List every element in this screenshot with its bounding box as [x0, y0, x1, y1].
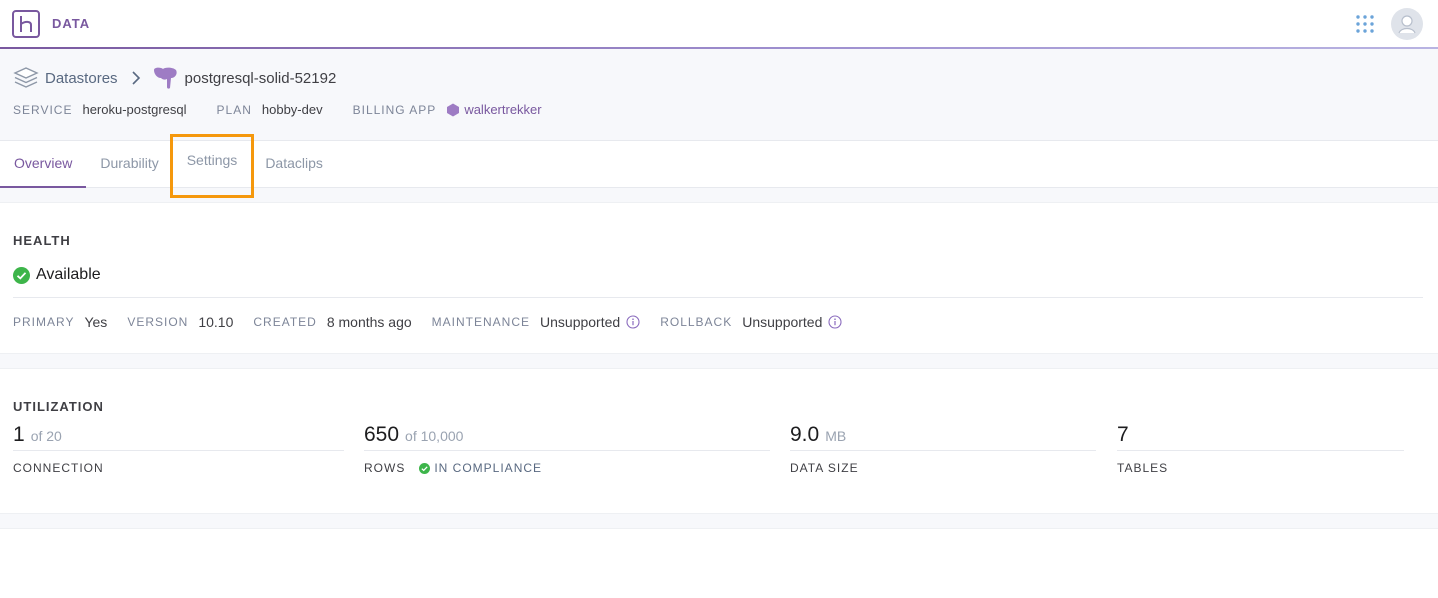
- tab-dataclips[interactable]: Dataclips: [251, 141, 337, 187]
- stat-suffix: of 10,000: [405, 428, 464, 444]
- health-status-text: Available: [36, 266, 101, 283]
- created-value: 8 months ago: [326, 314, 412, 330]
- stat-rows: 650 of 10,000 ROWS IN COMPLIANCE: [364, 423, 770, 475]
- stat-connections: 1 of 20 CONNECTION: [13, 423, 344, 475]
- breadcrumb-database: postgresql-solid-52192: [151, 66, 337, 90]
- stat-caption: DATA SIZE: [790, 461, 859, 475]
- app-hexagon-icon: [447, 103, 460, 116]
- datastores-stack-icon: [13, 67, 39, 88]
- brand[interactable]: DATA: [12, 9, 91, 38]
- version-label: VERSION: [127, 315, 189, 329]
- version-value: 10.10: [198, 314, 234, 330]
- stat-value: 9.0: [790, 423, 820, 446]
- datastore-header: Datastores postgresql-solid-52192 SERVIC…: [0, 49, 1438, 141]
- tab-settings[interactable]: Settings: [169, 134, 255, 198]
- health-properties: PRIMARY Yes VERSION 10.10 CREATED 8 mont…: [13, 314, 1423, 330]
- service-value: heroku-postgresql: [82, 102, 187, 117]
- plan-label: PLAN: [216, 102, 252, 117]
- brand-label: DATA: [52, 16, 91, 31]
- apps-grid-icon[interactable]: [1356, 14, 1374, 33]
- heroku-logo-icon[interactable]: [12, 9, 40, 38]
- stat-value: 1: [13, 423, 25, 446]
- stat-caption: TABLES: [1117, 461, 1169, 475]
- primary-value: Yes: [84, 314, 108, 330]
- tab-overview[interactable]: Overview: [0, 141, 87, 188]
- breadcrumb: Datastores postgresql-solid-52192: [13, 65, 1425, 91]
- stat-data-size: 9.0 MB DATA SIZE: [790, 423, 1096, 475]
- breadcrumb-datastores-label: Datastores: [45, 69, 118, 87]
- datastore-meta: SERVICE heroku-postgresql PLAN hobby-dev…: [13, 102, 1425, 117]
- health-title: HEALTH: [13, 233, 71, 248]
- created-label: CREATED: [253, 315, 317, 329]
- section-spacer: [0, 513, 1438, 529]
- stat-value: 7: [1117, 423, 1129, 446]
- postgresql-elephant-icon: [153, 67, 177, 89]
- datastore-tabs: Overview Durability Settings Dataclips: [0, 134, 1438, 198]
- database-name: postgresql-solid-52192: [184, 69, 337, 87]
- service-label: SERVICE: [13, 102, 73, 117]
- rollback-value: Unsupported: [742, 314, 842, 330]
- utilization-title: UTILIZATION: [13, 399, 104, 414]
- primary-label: PRIMARY: [13, 315, 75, 329]
- check-circle-icon: [13, 266, 30, 284]
- health-section: HEALTH Available PRIMARY Yes VERSION 10.…: [0, 203, 1438, 353]
- maintenance-value: Unsupported: [540, 314, 640, 330]
- billing-app-name: walkertrekker: [464, 102, 542, 117]
- tab-durability[interactable]: Durability: [86, 141, 172, 187]
- rows-caption-text: ROWS: [364, 461, 406, 475]
- stat-suffix: of 20: [30, 428, 62, 444]
- divider: [13, 297, 1423, 298]
- stat-tables: 7 TABLES: [1117, 423, 1404, 475]
- utilization-section: UTILIZATION 1 of 20 CONNECTION 650 of 10…: [0, 369, 1438, 513]
- check-circle-icon: [419, 462, 431, 474]
- rollback-label: ROLLBACK: [660, 315, 733, 329]
- stat-caption: CONNECTION: [13, 461, 104, 475]
- rollback-value-text: Unsupported: [742, 314, 823, 330]
- breadcrumb-datastores[interactable]: Datastores: [13, 66, 118, 90]
- stat-suffix: MB: [825, 428, 847, 444]
- info-icon[interactable]: [828, 315, 842, 329]
- top-navigation-bar: DATA: [0, 0, 1438, 49]
- billing-app-link[interactable]: walkertrekker: [446, 102, 542, 117]
- utilization-stats: 1 of 20 CONNECTION 650 of 10,000 ROWS IN…: [13, 423, 1423, 475]
- billing-app-label: BILLING APP: [352, 102, 437, 117]
- compliance-text: IN COMPLIANCE: [434, 461, 543, 475]
- maintenance-label: MAINTENANCE: [431, 315, 531, 329]
- info-icon[interactable]: [626, 315, 640, 329]
- compliance-badge: IN COMPLIANCE: [419, 461, 542, 475]
- section-spacer: [0, 353, 1438, 369]
- stat-caption: ROWS IN COMPLIANCE: [364, 461, 770, 475]
- user-avatar-icon: [1398, 14, 1416, 33]
- chevron-right-icon: [131, 71, 140, 85]
- user-avatar[interactable]: [1391, 7, 1423, 40]
- health-status: Available: [13, 266, 1423, 284]
- maintenance-value-text: Unsupported: [540, 314, 621, 330]
- stat-value: 650: [364, 423, 400, 446]
- plan-value: hobby-dev: [261, 102, 323, 117]
